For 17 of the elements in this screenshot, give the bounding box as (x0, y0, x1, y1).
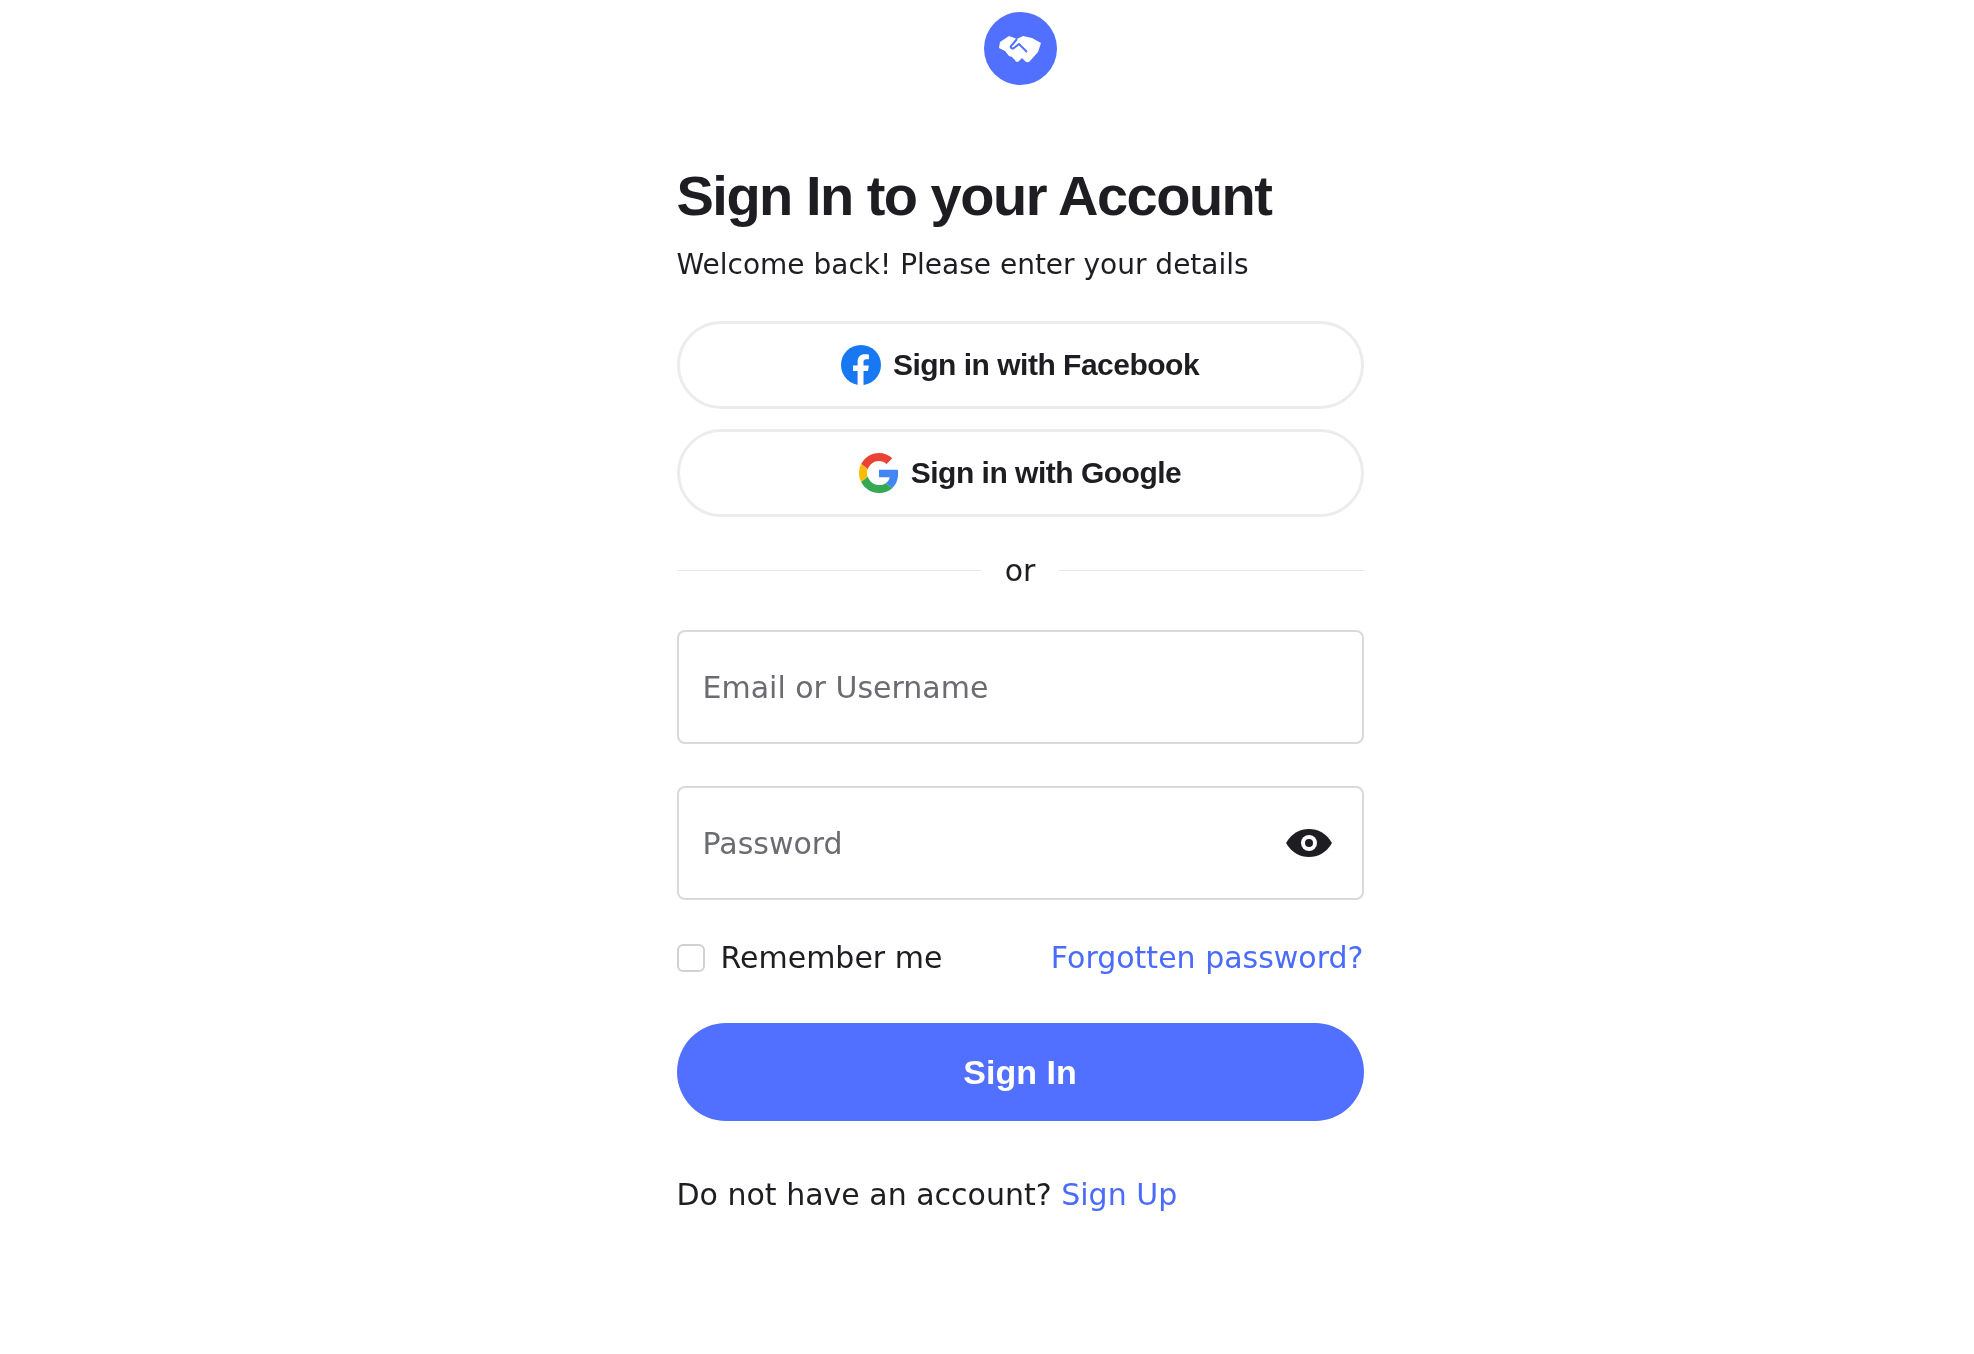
page-title: Sign In to your Account (676, 163, 1273, 229)
handshake-logo-icon (983, 12, 1057, 85)
subtitle: Welcome back! Please enter your details (676, 247, 1250, 283)
social-sign-in-button[interactable]: Sign in with Google (676, 429, 1364, 517)
facebook-icon (840, 345, 881, 385)
email-field[interactable]: Email or Username (676, 630, 1364, 744)
social-sign-in-button[interactable]: Sign in with Facebook (676, 321, 1364, 409)
sign-up-link[interactable]: Sign Up (1061, 1177, 1178, 1212)
sign-in-button[interactable]: Sign In (676, 1023, 1364, 1121)
footer-text: Do not have an account? (676, 1177, 1052, 1212)
divider-label: or (1004, 553, 1036, 588)
remember-checkbox[interactable] (676, 943, 705, 972)
remember-label: Remember me (720, 940, 943, 975)
forgot-password-link[interactable]: Forgotten password? (1050, 940, 1364, 975)
google-icon (858, 453, 899, 493)
eye-icon[interactable] (1283, 828, 1334, 858)
password-field[interactable]: Password (676, 786, 1364, 900)
